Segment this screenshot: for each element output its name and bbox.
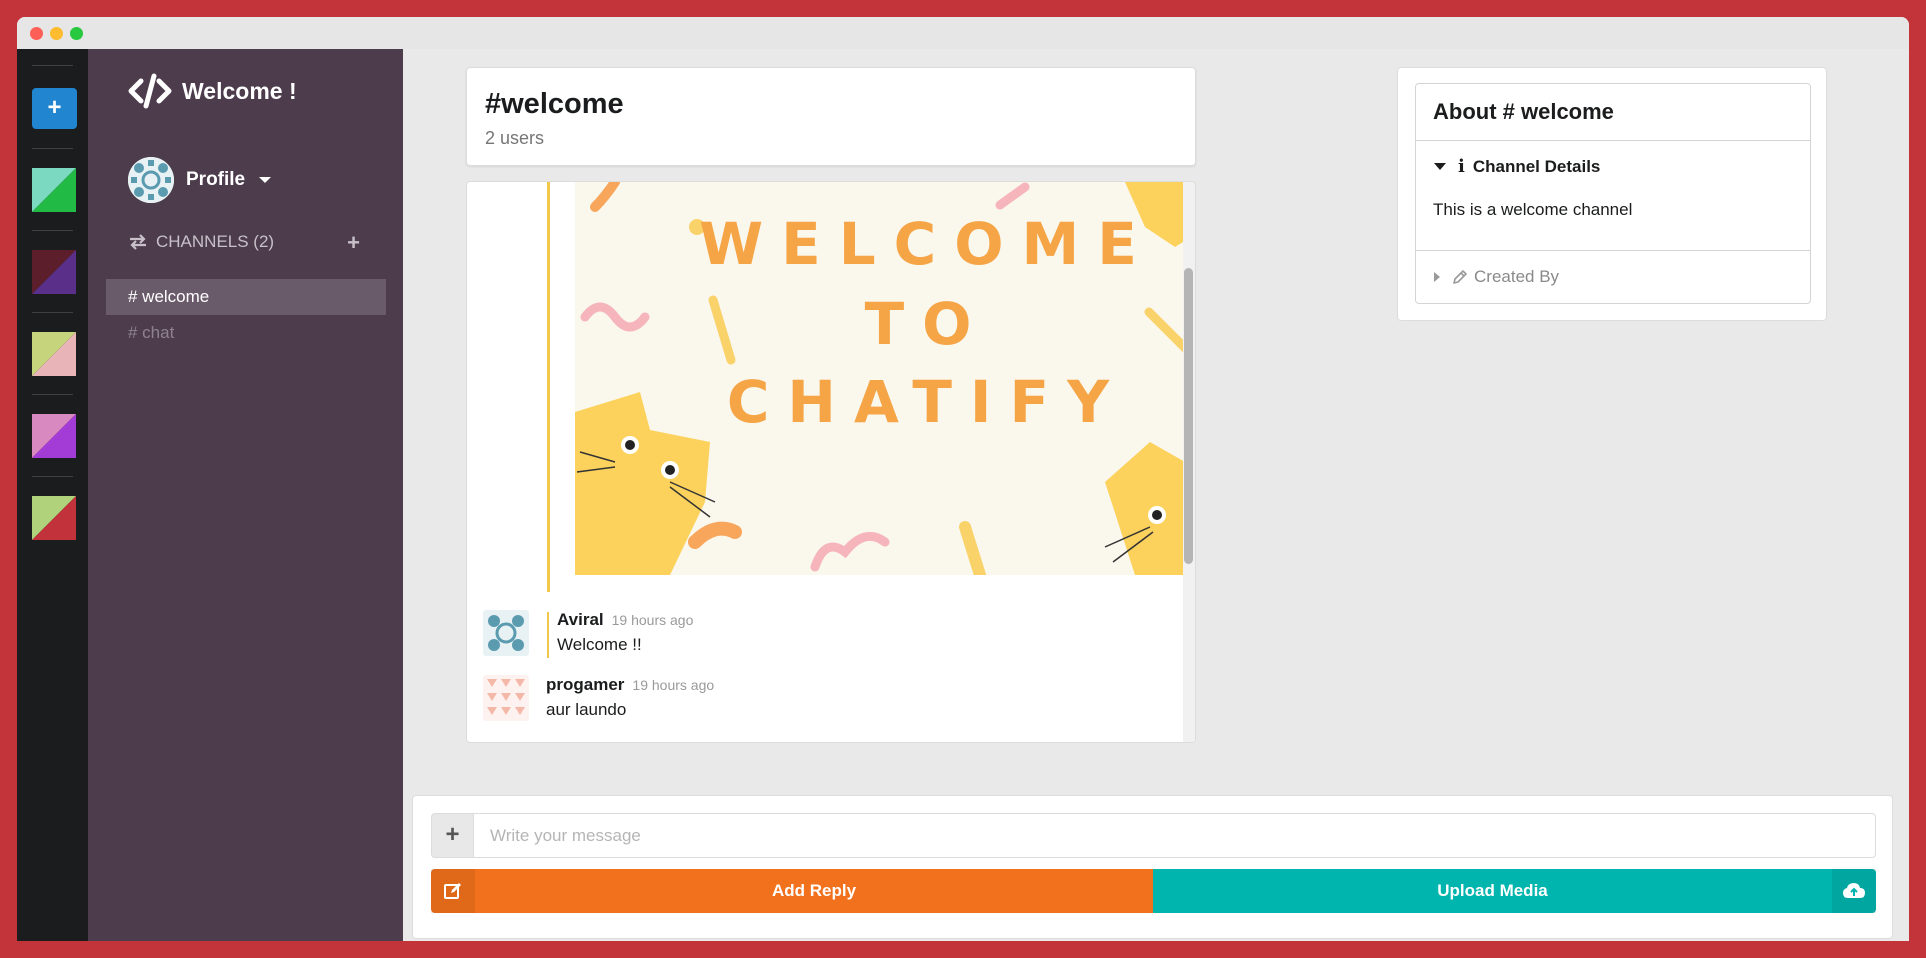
upload-media-label: Upload Media — [1437, 881, 1548, 900]
channel-label: # welcome — [128, 287, 210, 306]
profile-label: Profile — [186, 169, 246, 190]
color-panel: + — [17, 49, 88, 941]
close-window-button[interactable] — [30, 27, 43, 40]
color-panel-divider — [32, 148, 73, 149]
channels-header-label: CHANNELS (2) — [156, 232, 275, 251]
message-item: Aviral 19 hours ago Welcome !! — [483, 610, 693, 656]
color-swatch[interactable] — [32, 250, 76, 294]
color-swatch[interactable] — [32, 332, 76, 376]
message-body: progamer 19 hours ago aur laundo — [546, 675, 714, 721]
message-accent-line — [547, 182, 550, 592]
plus-icon: + — [445, 821, 460, 848]
message-form: + Add Reply Upload Media — [412, 795, 1893, 939]
image-text-line: TO — [865, 290, 990, 358]
accordion-divider — [1416, 250, 1810, 251]
upload-media-button[interactable]: Upload Media — [1153, 869, 1876, 913]
message-image[interactable]: WELCOME TO CHATIFY — [575, 182, 1195, 575]
message-actions: Add Reply Upload Media — [431, 869, 1876, 913]
message-text: Welcome !! — [557, 635, 642, 654]
messages-panel[interactable]: WELCOME TO CHATIFY Aviral 19 hours ago W… — [466, 181, 1196, 743]
message-input-group: + — [431, 813, 1876, 858]
add-attachment-button[interactable]: + — [431, 813, 473, 858]
triangle-right-icon — [1434, 272, 1440, 282]
pencil-icon — [1453, 270, 1467, 284]
color-panel-divider — [32, 394, 73, 395]
channel-details-toggle[interactable]: i Channel Details — [1434, 156, 1600, 177]
user-profile-dropdown[interactable]: Profile — [128, 157, 272, 203]
color-panel-divider — [32, 230, 73, 231]
channel-title: #welcome — [485, 88, 624, 120]
message-item: progamer 19 hours ago aur laundo — [483, 675, 714, 721]
created-by-label: Created By — [1474, 267, 1560, 286]
app-window: + Welcome ! Profile CHANNELS (2) + # wel… — [17, 17, 1909, 941]
message-body: Aviral 19 hours ago Welcome !! — [557, 610, 693, 656]
message-author[interactable]: Aviral — [557, 610, 604, 630]
code-icon — [128, 73, 172, 109]
triangle-down-icon — [1434, 163, 1446, 170]
color-swatch[interactable] — [32, 168, 76, 212]
message-text: aur laundo — [546, 700, 627, 719]
message-timestamp: 19 hours ago — [632, 677, 715, 693]
messages-scrollbar[interactable] — [1183, 182, 1195, 742]
exchange-icon — [130, 234, 146, 250]
window-titlebar — [17, 17, 1909, 49]
message-author[interactable]: progamer — [546, 675, 624, 695]
info-icon: i — [1458, 156, 1465, 177]
image-text-line: CHATIFY — [727, 368, 1127, 436]
caret-down-icon — [259, 177, 272, 183]
channel-label: # chat — [128, 323, 175, 342]
avatar[interactable] — [483, 675, 529, 721]
meta-panel-title: About # welcome — [1415, 83, 1811, 141]
add-reply-button[interactable]: Add Reply — [431, 869, 1153, 913]
minimize-window-button[interactable] — [50, 27, 63, 40]
channel-meta-panel: About # welcome i Channel Details This i… — [1397, 67, 1827, 321]
avatar — [128, 157, 174, 203]
sidebar: Welcome ! Profile CHANNELS (2) + # welco… — [88, 49, 403, 941]
add-channel-icon[interactable]: + — [347, 230, 360, 256]
avatar[interactable] — [483, 610, 529, 656]
maximize-window-button[interactable] — [70, 27, 83, 40]
message-input[interactable] — [473, 813, 1876, 858]
cloud-upload-icon — [1832, 869, 1876, 913]
channel-header: #welcome 2 users — [466, 67, 1196, 166]
add-reply-label: Add Reply — [771, 881, 857, 900]
color-panel-divider — [32, 476, 73, 477]
channel-item-welcome[interactable]: # welcome — [106, 279, 386, 315]
brand: Welcome ! — [128, 73, 297, 109]
channel-user-count: 2 users — [485, 128, 545, 148]
main-area: #welcome 2 users WELCOME TO CHATIFY Avir… — [403, 49, 1909, 941]
color-swatch[interactable] — [32, 496, 76, 540]
channel-item-chat[interactable]: # chat — [106, 315, 386, 351]
channel-description: This is a welcome channel — [1433, 200, 1633, 219]
image-text-line: WELCOME — [699, 210, 1155, 278]
meta-accordion: i Channel Details This is a welcome chan… — [1415, 140, 1811, 304]
channels-header: CHANNELS (2) + — [128, 230, 360, 255]
scrollbar-thumb[interactable] — [1184, 268, 1193, 564]
add-color-button[interactable]: + — [32, 88, 77, 129]
plus-icon: + — [47, 94, 62, 121]
created-by-toggle[interactable]: Created By — [1434, 267, 1559, 287]
app-title: Welcome ! — [182, 77, 297, 104]
color-swatch[interactable] — [32, 414, 76, 458]
edit-icon — [431, 869, 475, 913]
message-timestamp: 19 hours ago — [611, 612, 694, 628]
color-panel-divider — [32, 65, 73, 66]
color-panel-divider — [32, 312, 73, 313]
channel-details-label: Channel Details — [1472, 156, 1601, 176]
